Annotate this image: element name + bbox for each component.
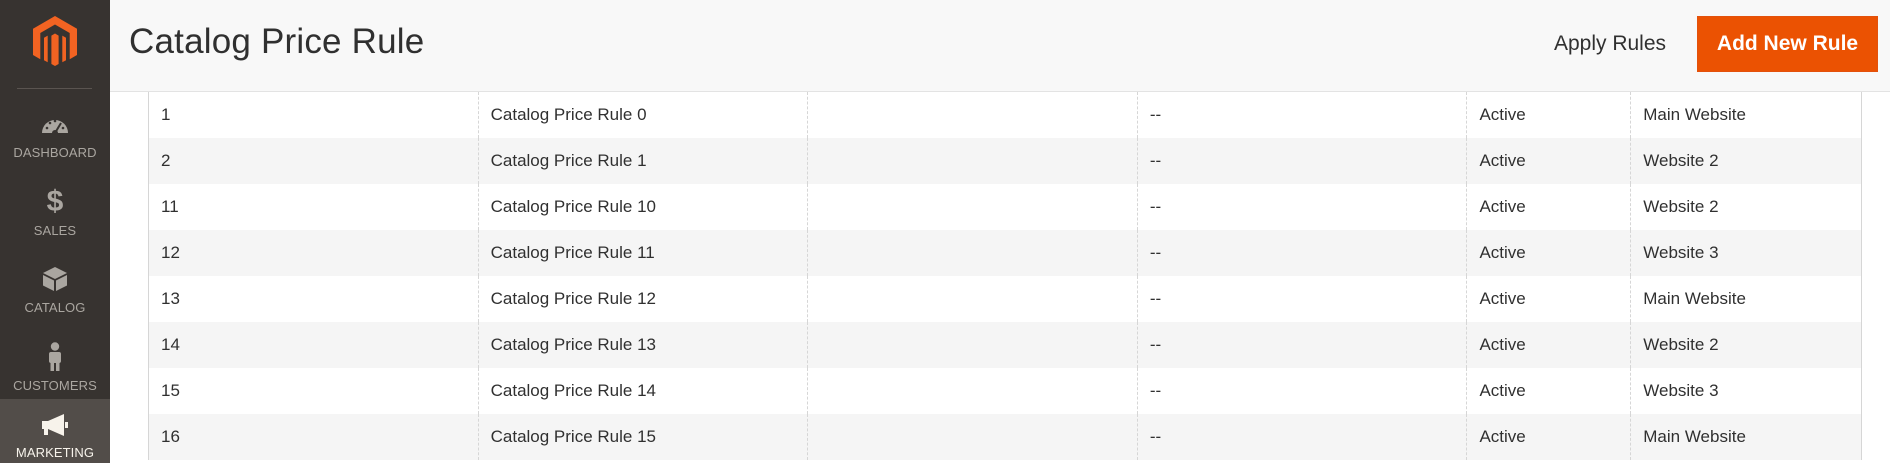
cell-website: Main Website: [1643, 105, 1746, 124]
cell-coupon: [808, 322, 1138, 368]
sidebar-item-catalog[interactable]: CATALOG: [0, 253, 110, 331]
cell-id: 16: [149, 414, 479, 460]
cell-coupon: [808, 184, 1138, 230]
cell-id: 1: [149, 92, 479, 138]
cell-rule-name: Catalog Price Rule 12: [479, 276, 809, 322]
cell-date: --: [1138, 138, 1468, 184]
table-row[interactable]: 13 Catalog Price Rule 12 -- Active Main …: [149, 276, 1861, 322]
cell-coupon: [808, 368, 1138, 414]
table-row[interactable]: 11 Catalog Price Rule 10 -- Active Websi…: [149, 184, 1861, 230]
cell-rule-name: Catalog Price Rule 11: [479, 230, 809, 276]
sidebar-item-label: MARKETING: [15, 445, 95, 460]
person-icon: [40, 342, 70, 371]
cell-status: Active: [1467, 230, 1632, 276]
cell-status: Active: [1467, 184, 1632, 230]
dollar-icon: $: [46, 185, 64, 218]
cell-rule-name: Catalog Price Rule 0: [479, 92, 809, 138]
cell-date: --: [1138, 368, 1468, 414]
cell-date: --: [1138, 92, 1468, 138]
cell-id: 2: [149, 138, 479, 184]
cell-rule-name: Catalog Price Rule 1: [479, 138, 809, 184]
cell-id: 15: [149, 368, 479, 414]
cell-rule-name: Catalog Price Rule 10: [479, 184, 809, 230]
cell-website: Website 2: [1643, 335, 1719, 354]
sidebar-item-label: SALES: [33, 223, 77, 238]
table-row[interactable]: 14 Catalog Price Rule 13 -- Active Websi…: [149, 322, 1861, 368]
sidebar-item-label: CUSTOMERS: [13, 378, 97, 393]
sidebar-item-dashboard[interactable]: DASHBOARD: [0, 98, 110, 176]
cell-website: Main Website: [1643, 289, 1746, 308]
table-row[interactable]: 12 Catalog Price Rule 11 -- Active Websi…: [149, 230, 1861, 276]
magento-logo-icon[interactable]: [31, 16, 79, 68]
megaphone-icon: [40, 411, 70, 439]
cell-date: --: [1138, 230, 1468, 276]
cell-date: --: [1138, 414, 1468, 460]
admin-sidebar: DASHBOARD $ SALES CATALOG CUSTOMERS MARK…: [0, 0, 110, 463]
cell-status: Active: [1467, 322, 1632, 368]
table-row[interactable]: 16 Catalog Price Rule 15 -- Active Main …: [149, 414, 1861, 460]
page-header: Catalog Price Rule Apply Rules Add New R…: [110, 0, 1890, 92]
cell-id: 14: [149, 322, 479, 368]
cell-status: Active: [1467, 276, 1632, 322]
cell-website: Main Website: [1643, 427, 1746, 446]
cell-website: Website 3: [1643, 381, 1719, 400]
cell-coupon: [808, 414, 1138, 460]
sidebar-item-label: DASHBOARD: [13, 145, 97, 160]
cell-date: --: [1138, 276, 1468, 322]
table-row[interactable]: 2 Catalog Price Rule 1 -- Active Website…: [149, 138, 1861, 184]
cell-rule-name: Catalog Price Rule 15: [479, 414, 809, 460]
cell-coupon: [808, 138, 1138, 184]
rules-grid: 1 Catalog Price Rule 0 -- Active Main We…: [148, 92, 1862, 460]
cell-website: Website 2: [1643, 197, 1719, 216]
cell-rule-name: Catalog Price Rule 14: [479, 368, 809, 414]
apply-rules-button[interactable]: Apply Rules: [1516, 16, 1704, 72]
sidebar-item-sales[interactable]: $ SALES: [0, 176, 110, 254]
cell-id: 13: [149, 276, 479, 322]
cell-date: --: [1138, 322, 1468, 368]
table-row[interactable]: 1 Catalog Price Rule 0 -- Active Main We…: [149, 92, 1861, 138]
logo-divider: [17, 88, 92, 89]
cell-date: --: [1138, 184, 1468, 230]
sidebar-item-customers[interactable]: CUSTOMERS: [0, 331, 110, 409]
cell-id: 12: [149, 230, 479, 276]
table-row[interactable]: 15 Catalog Price Rule 14 -- Active Websi…: [149, 368, 1861, 414]
cell-website: Website 2: [1643, 151, 1719, 170]
sidebar-item-marketing[interactable]: MARKETING: [0, 399, 110, 463]
cell-website: Website 3: [1643, 243, 1719, 262]
cell-status: Active: [1467, 414, 1632, 460]
cell-coupon: [808, 230, 1138, 276]
cell-status: Active: [1467, 138, 1632, 184]
cell-id: 11: [149, 184, 479, 230]
cell-coupon: [808, 92, 1138, 138]
dashboard-gauge-icon: [40, 110, 70, 138]
box-icon: [40, 265, 70, 293]
add-new-rule-button[interactable]: Add New Rule: [1697, 16, 1878, 72]
cell-status: Active: [1467, 368, 1632, 414]
cell-coupon: [808, 276, 1138, 322]
sidebar-item-label: CATALOG: [24, 300, 86, 315]
cell-status: Active: [1467, 92, 1632, 138]
page-title: Catalog Price Rule: [129, 22, 425, 61]
cell-rule-name: Catalog Price Rule 13: [479, 322, 809, 368]
